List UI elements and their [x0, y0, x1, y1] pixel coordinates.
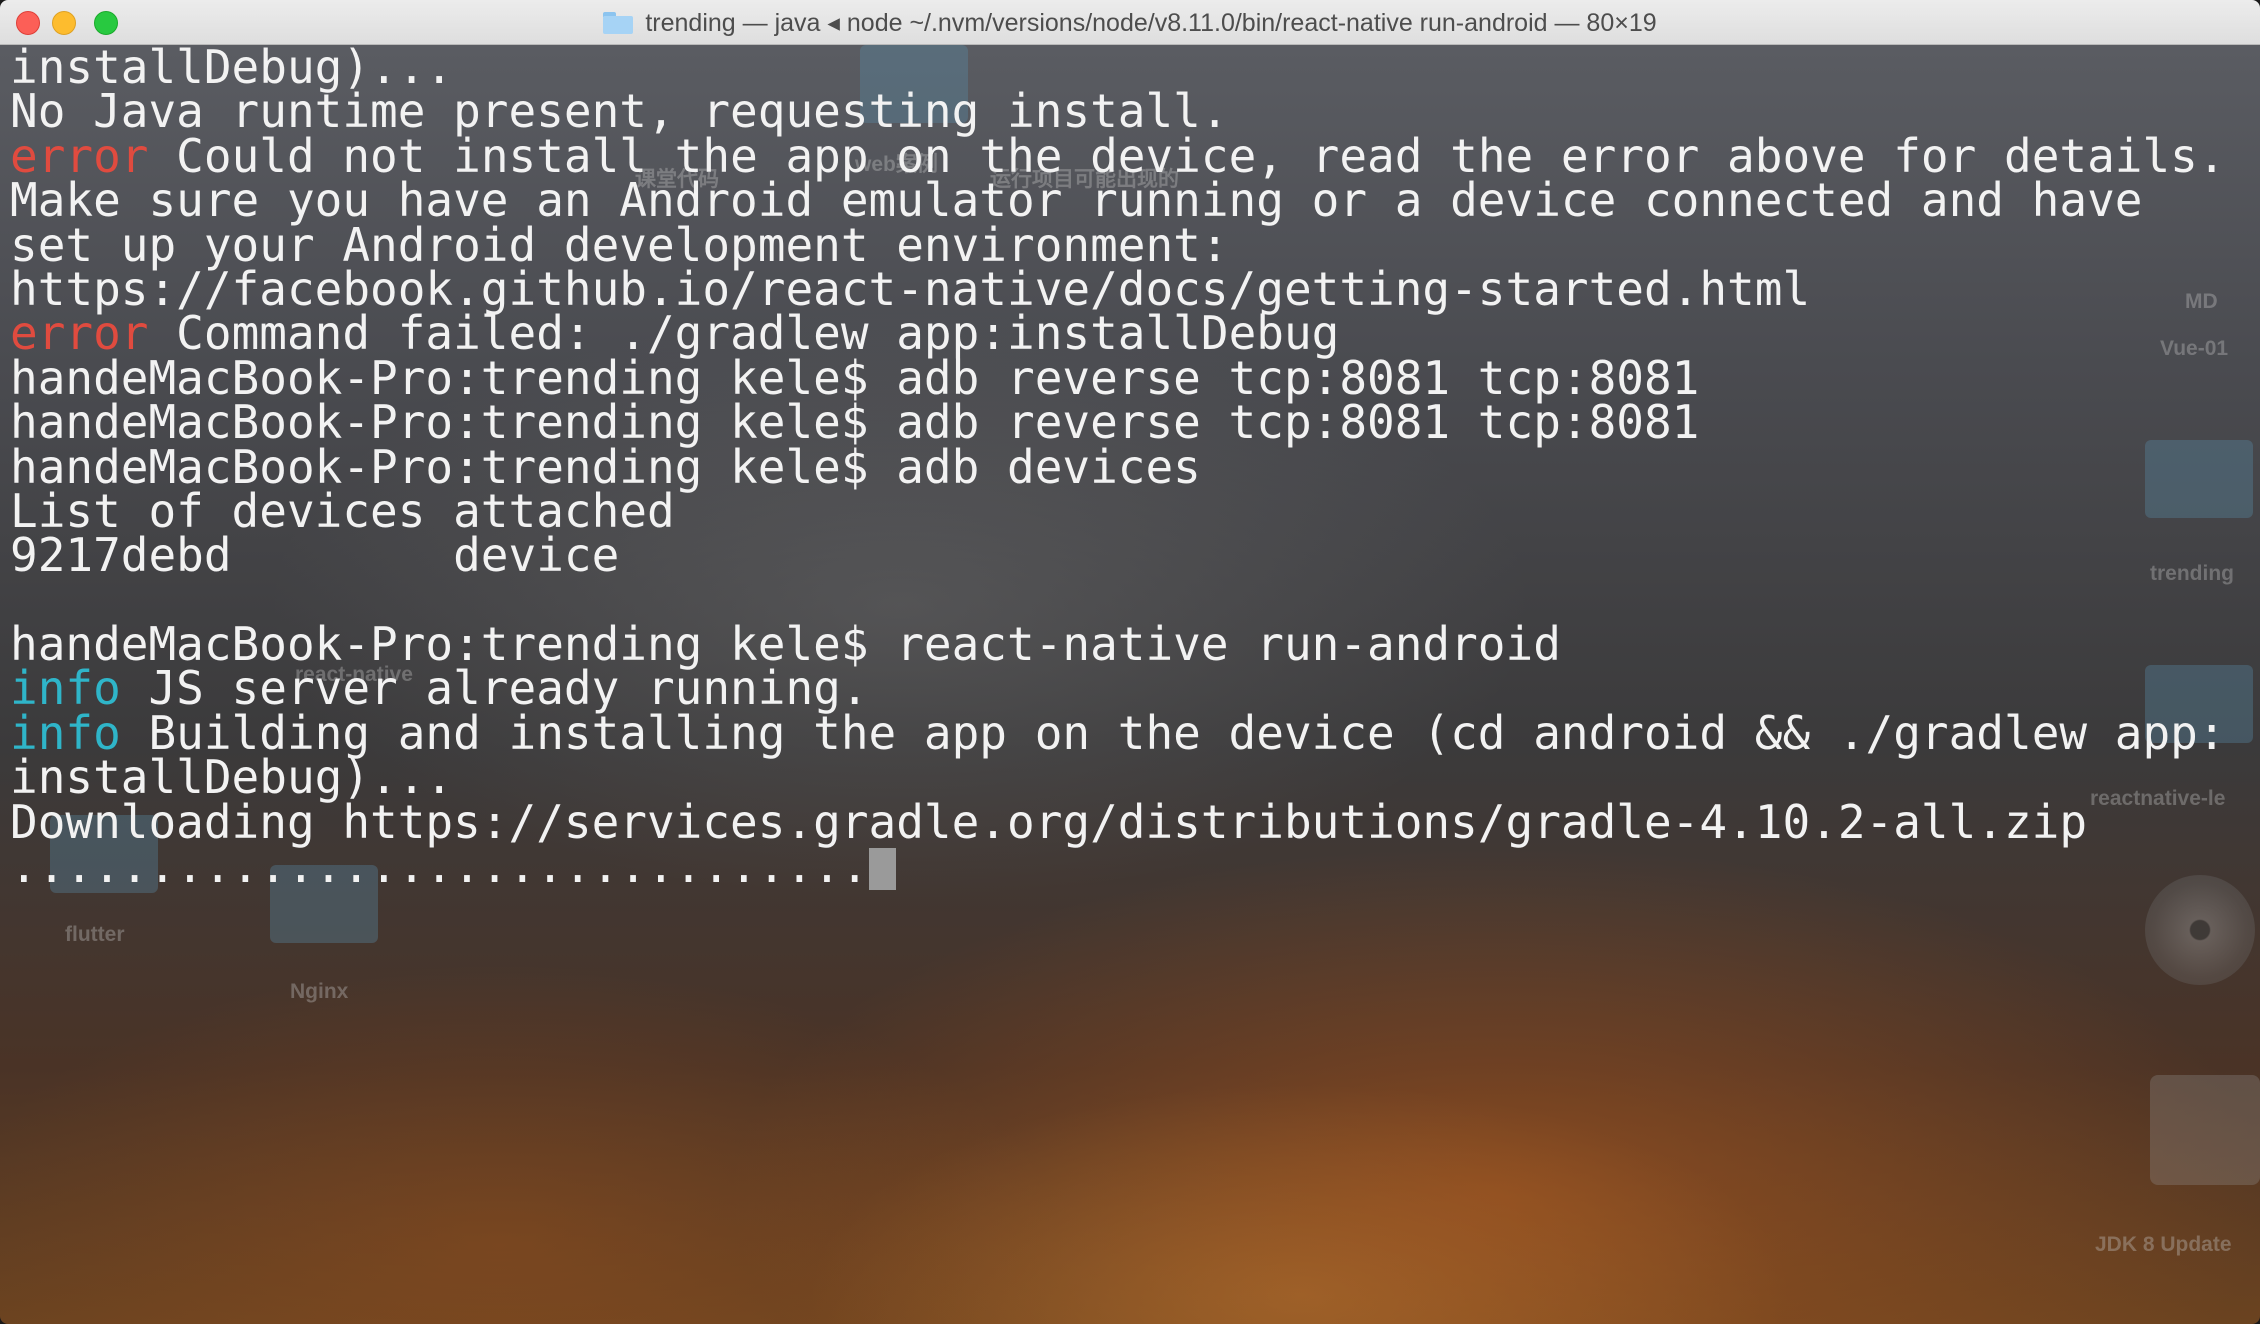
terminal-line: handeMacBook-Pro:trending kele$ adb devi… — [10, 444, 2226, 490]
folder-icon — [603, 11, 634, 34]
terminal-window: trending — java ◂ node ~/.nvm/versions/n… — [0, 0, 2260, 1324]
title-bar[interactable]: trending — java ◂ node ~/.nvm/versions/n… — [0, 0, 2260, 45]
terminal-output-area[interactable]: Vue-01 trending reactnative-le JDK 8 Upd… — [0, 45, 2260, 1324]
desktop-label: Nginx — [290, 980, 349, 1003]
window-title-container: trending — java ◂ node ~/.nvm/versions/n… — [0, 0, 2260, 45]
terminal-line: set up your Android development environm… — [10, 222, 2226, 268]
terminal-line: installDebug)... — [10, 754, 2226, 800]
window-title: trending — java ◂ node ~/.nvm/versions/n… — [645, 8, 1657, 37]
terminal-line: Make sure you have an Android emulator r… — [10, 177, 2226, 223]
terminal-text[interactable]: installDebug)... No Java runtime present,… — [10, 45, 2226, 891]
terminal-cursor — [868, 848, 896, 891]
desktop-label: JDK 8 Update — [2095, 1233, 2232, 1256]
terminal-line: error Command failed: ./gradlew app:inst… — [10, 310, 2226, 356]
terminal-line: error Could not install the app on the d… — [10, 133, 2226, 179]
terminal-line: handeMacBook-Pro:trending kele$ adb reve… — [10, 399, 2226, 445]
terminal-line: No Java runtime present, requesting inst… — [10, 88, 2226, 134]
terminal-line: Downloading https://services.gradle.org/… — [10, 799, 2226, 845]
terminal-line: info Building and installing the app on … — [10, 710, 2226, 756]
terminal-line: installDebug)... — [10, 45, 2226, 90]
desktop-drive-icon — [2150, 1075, 2260, 1185]
terminal-line: ............................... — [10, 843, 2226, 891]
terminal-line: https://facebook.github.io/react-native/… — [10, 266, 2226, 312]
terminal-line: handeMacBook-Pro:trending kele$ react-na… — [10, 621, 2226, 667]
line-text: 9217debd device — [10, 528, 620, 583]
terminal-line: 9217debd device — [10, 532, 2226, 578]
line-text: ............................... — [10, 839, 869, 894]
terminal-line: handeMacBook-Pro:trending kele$ adb reve… — [10, 355, 2226, 401]
desktop-disc-icon — [2145, 875, 2255, 985]
terminal-line: List of devices attached — [10, 488, 2226, 534]
desktop-label: flutter — [65, 923, 125, 946]
terminal-line: info JS server already running. — [10, 665, 2226, 711]
